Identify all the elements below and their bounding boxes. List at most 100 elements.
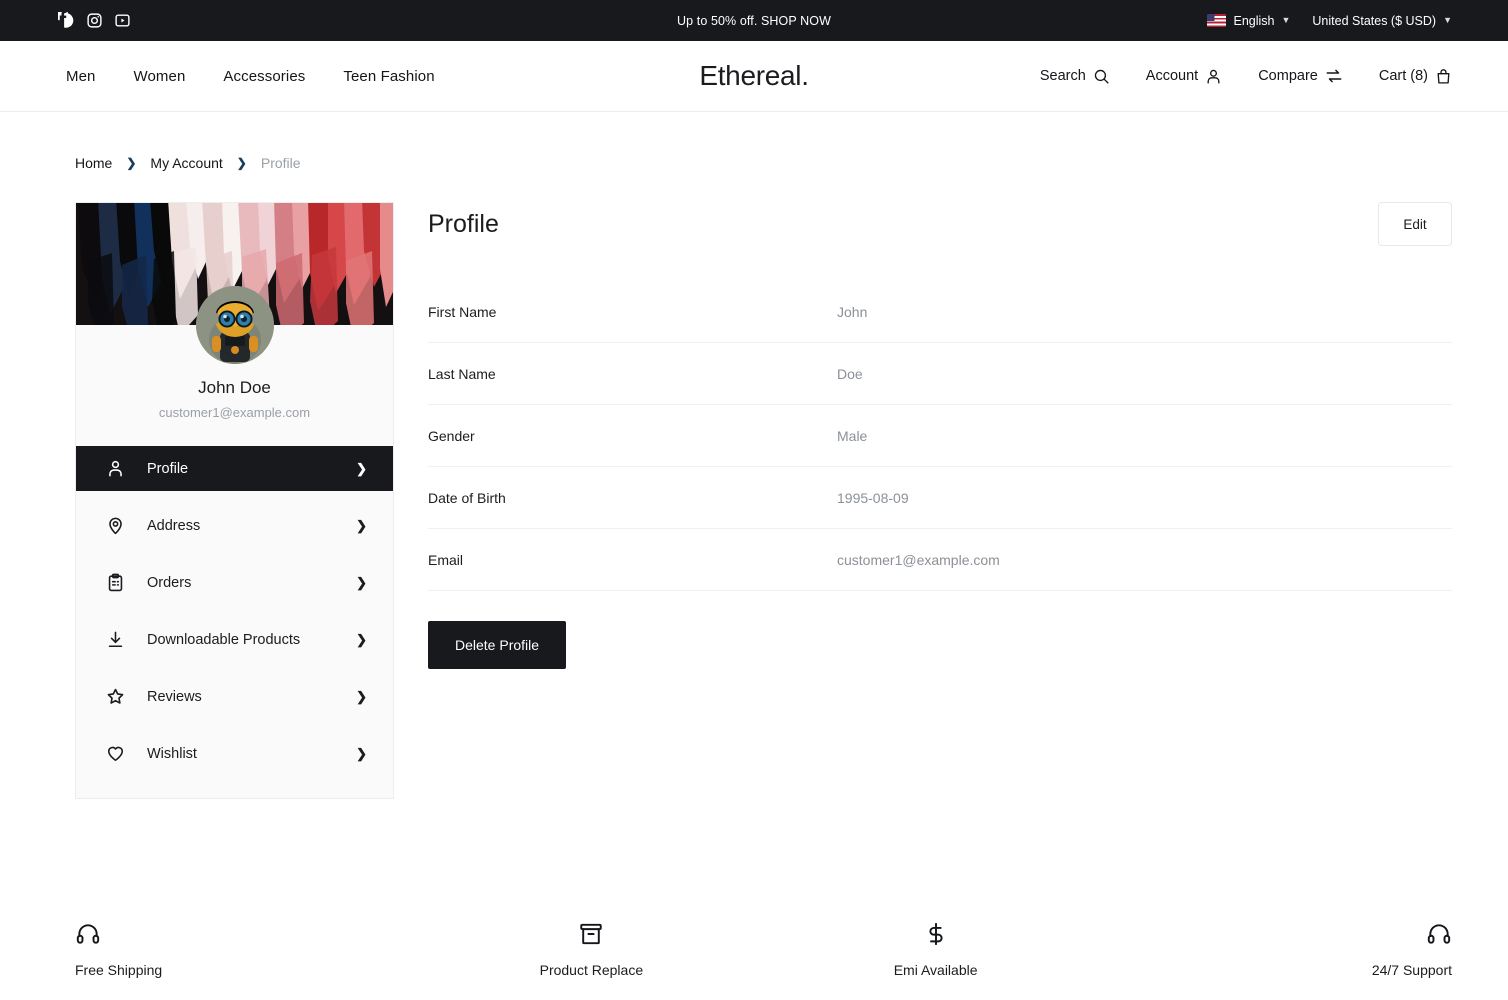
instagram-icon[interactable]: [86, 12, 103, 29]
feature-label: Product Replace: [539, 962, 644, 978]
search-icon: [1094, 69, 1109, 84]
language-selector[interactable]: English ▼: [1207, 14, 1290, 28]
sidebar-item-label: Profile: [147, 460, 189, 477]
profile-panel: Profile Edit First Name John Last Name D…: [428, 202, 1452, 669]
user-icon: [1207, 69, 1220, 84]
chevron-down-icon: ▼: [1281, 15, 1291, 25]
feature-label: 24/7 Support: [1371, 962, 1452, 978]
sidebar-item-address[interactable]: Address ❯: [76, 503, 393, 548]
profile-field-gender: Gender Male: [428, 405, 1452, 467]
heart-icon: [106, 744, 125, 763]
sidebar-item-orders[interactable]: Orders ❯: [76, 560, 393, 605]
clipboard-icon: [106, 573, 125, 592]
compare-button[interactable]: Compare: [1258, 67, 1343, 85]
edit-button[interactable]: Edit: [1378, 202, 1452, 246]
chevron-right-icon: ❯: [356, 517, 367, 533]
search-button[interactable]: Search: [1040, 68, 1110, 85]
breadcrumb-item-home[interactable]: Home: [75, 155, 112, 171]
field-value: Male: [837, 427, 868, 444]
feature-emi-available: Emi Available: [764, 919, 1108, 978]
chevron-right-icon: ❯: [356, 574, 367, 590]
chevron-right-icon: ❯: [356, 460, 367, 476]
chevron-down-icon: ▼: [1443, 15, 1452, 25]
account-label: Account: [1145, 68, 1199, 84]
youtube-icon[interactable]: [114, 12, 131, 29]
sidebar-item-label: Address: [147, 517, 201, 534]
account-sidebar: John Doe customer1@example.com Profile ❯…: [75, 202, 394, 799]
sidebar-item-label: Reviews: [147, 688, 202, 705]
account-layout: John Doe customer1@example.com Profile ❯…: [75, 202, 1452, 799]
robot-avatar-icon: [195, 286, 274, 364]
profile-field-email: Email customer1@example.com: [428, 529, 1452, 591]
profile-field-last-name: Last Name Doe: [428, 343, 1452, 405]
field-label: Gender: [428, 427, 475, 444]
map-pin-icon: [106, 516, 125, 535]
chevron-right-icon: ❯: [126, 156, 137, 170]
sidebar-item-wishlist[interactable]: Wishlist ❯: [76, 731, 393, 776]
page-body: Home ❯ My Account ❯ Profile John Doe cus…: [0, 112, 1508, 799]
sidebar-item-reviews[interactable]: Reviews ❯: [76, 674, 393, 719]
star-icon: [106, 687, 125, 706]
headphones-icon: [1426, 919, 1452, 949]
profile-field-first-name: First Name John: [428, 281, 1452, 343]
feature-product-replace: Product Replace: [419, 919, 763, 978]
dollar-icon: [923, 919, 949, 949]
breadcrumb-item-my-account[interactable]: My Account: [150, 155, 222, 171]
features-bar: Free Shipping Product Replace Emi Availa…: [0, 919, 1508, 1000]
field-value: 1995-08-09: [837, 489, 909, 506]
field-label: Last Name: [428, 365, 496, 382]
field-label: Email: [428, 551, 464, 568]
sidebar-item-label: Wishlist: [147, 745, 197, 762]
chevron-right-icon: ❯: [356, 631, 367, 647]
download-icon: [106, 630, 125, 649]
user-icon: [106, 459, 125, 478]
compare-arrows-icon: [1326, 69, 1342, 83]
avatar: [195, 286, 274, 364]
united-states-flag-icon: [1207, 14, 1227, 27]
chevron-right-icon: ❯: [236, 156, 247, 170]
announcement-bar: Up to 50% off. SHOP NOW English ▼ United…: [0, 0, 1508, 41]
field-value: customer1@example.com: [837, 551, 1000, 568]
nav-item-women[interactable]: Women: [133, 68, 185, 85]
currency-selector[interactable]: United States ($ USD) ▼: [1312, 14, 1452, 28]
compare-label: Compare: [1258, 68, 1318, 84]
site-header: Men Women Accessories Teen Fashion Ether…: [0, 41, 1508, 112]
breadcrumb-item-profile: Profile: [260, 155, 301, 171]
cart-button[interactable]: Cart (8): [1379, 68, 1452, 85]
field-value: John: [837, 303, 868, 320]
language-label: English: [1233, 13, 1275, 28]
nav-item-accessories[interactable]: Accessories: [223, 68, 305, 85]
account-button[interactable]: Account: [1146, 68, 1222, 85]
page-title: Profile: [428, 210, 499, 238]
feature-free-shipping: Free Shipping: [75, 919, 419, 978]
breadcrumb: Home ❯ My Account ❯ Profile: [75, 112, 1452, 171]
box-icon: [578, 919, 604, 949]
sidebar-item-profile[interactable]: Profile ❯: [76, 446, 393, 491]
chevron-right-icon: ❯: [356, 745, 367, 761]
main-navigation: Men Women Accessories Teen Fashion: [66, 68, 435, 85]
feature-support: 24/7 Support: [1108, 919, 1452, 978]
nav-item-men[interactable]: Men: [66, 68, 95, 85]
search-label: Search: [1039, 68, 1086, 84]
currency-label: United States ($ USD): [1312, 13, 1437, 28]
profile-user-email: customer1@example.com: [158, 405, 311, 420]
delete-profile-button[interactable]: Delete Profile: [428, 621, 567, 669]
sidebar-item-label: Downloadable Products: [147, 631, 301, 648]
header-actions: Search Account Compare Cart (8): [1040, 67, 1452, 85]
profile-user-name: John Doe: [198, 378, 271, 397]
field-label: Date of Birth: [428, 489, 506, 506]
feature-label: Free Shipping: [75, 962, 163, 978]
profile-panel-header: Profile Edit: [428, 202, 1452, 246]
shopping-bag-icon: [1437, 68, 1450, 84]
sidebar-item-label: Orders: [147, 574, 192, 591]
sidebar-item-downloadable-products[interactable]: Downloadable Products ❯: [76, 617, 393, 662]
headphones-icon: [75, 919, 101, 949]
facebook-icon[interactable]: [53, 6, 75, 29]
field-label: First Name: [428, 303, 497, 320]
profile-field-date-of-birth: Date of Birth 1995-08-09: [428, 467, 1452, 529]
feature-label: Emi Available: [893, 962, 978, 978]
social-links: [53, 6, 131, 29]
nav-item-teen-fashion[interactable]: Teen Fashion: [343, 68, 434, 85]
profile-details-list: First Name John Last Name Doe Gender Mal…: [428, 281, 1452, 591]
field-value: Doe: [837, 365, 863, 382]
